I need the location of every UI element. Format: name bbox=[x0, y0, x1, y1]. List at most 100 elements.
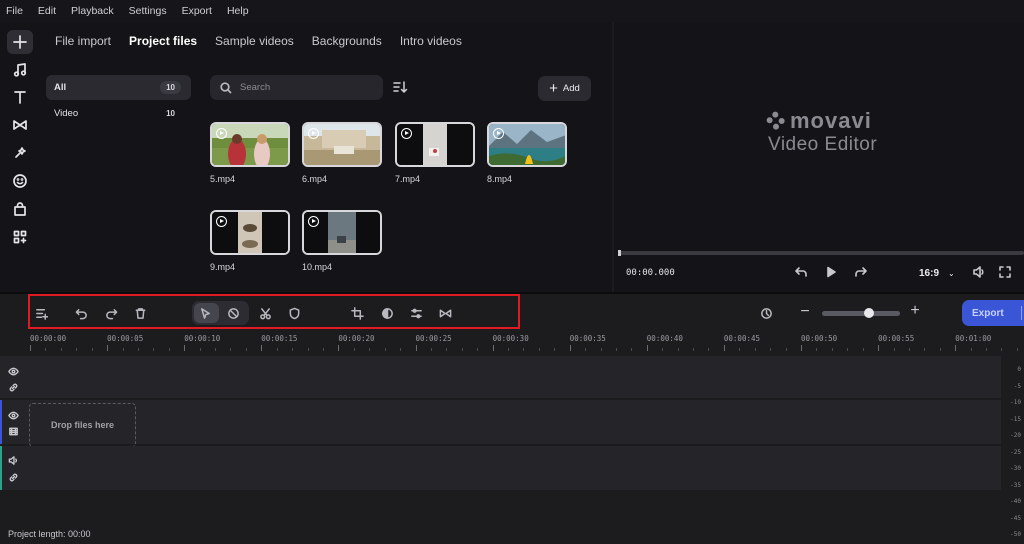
timeline-ruler[interactable]: 00:00:00 00:00:05 00:00:10 00:00:15 00:00:20… bbox=[0, 332, 1024, 354]
ruler-tick bbox=[723, 345, 725, 351]
previous-frame-icon[interactable] bbox=[794, 265, 810, 281]
ruler-tick bbox=[508, 348, 510, 351]
menu-settings[interactable]: Settings bbox=[129, 5, 167, 17]
preview-timecode: 00:00.000 bbox=[626, 268, 675, 278]
color-adjust-icon[interactable] bbox=[376, 303, 398, 323]
ruler-tick bbox=[137, 348, 139, 351]
ruler-tick bbox=[492, 345, 494, 351]
ruler-tick bbox=[384, 348, 386, 351]
ruler-label: 00:00:55 bbox=[878, 334, 915, 343]
store-icon[interactable] bbox=[7, 197, 33, 221]
drop-zone[interactable]: Drop files here bbox=[29, 403, 136, 447]
ruler-tick bbox=[677, 348, 679, 351]
zoom-slider-handle[interactable] bbox=[864, 308, 874, 318]
select-tool-icon[interactable] bbox=[194, 303, 216, 323]
delete-icon[interactable] bbox=[129, 303, 151, 323]
ruler-tick bbox=[862, 348, 864, 351]
cut-icon[interactable] bbox=[254, 303, 276, 323]
redo-icon[interactable] bbox=[100, 303, 122, 323]
ruler-tick bbox=[831, 348, 833, 351]
ruler-tick bbox=[816, 348, 818, 351]
category-all[interactable]: All 10 bbox=[46, 75, 191, 100]
disable-icon[interactable] bbox=[222, 303, 244, 323]
meter-label: -30 bbox=[1010, 465, 1021, 472]
chevron-down-icon: ⌄ bbox=[948, 269, 955, 278]
media-thumbnail[interactable] bbox=[395, 122, 475, 167]
sparkle-icon[interactable] bbox=[7, 141, 33, 165]
plus-icon[interactable] bbox=[7, 30, 33, 54]
media-thumbnail[interactable] bbox=[487, 122, 567, 167]
magnet-icon[interactable] bbox=[755, 303, 777, 323]
drop-zone-label: Drop files here bbox=[50, 420, 115, 430]
transition-icon[interactable] bbox=[434, 303, 456, 323]
next-frame-icon[interactable] bbox=[854, 265, 870, 281]
ruler-tick bbox=[369, 348, 371, 351]
zoom-slider[interactable] bbox=[822, 311, 900, 316]
link-icon[interactable] bbox=[8, 470, 20, 482]
film-icon[interactable] bbox=[8, 424, 20, 436]
play-button[interactable] bbox=[824, 265, 840, 281]
settings-sliders-icon[interactable] bbox=[405, 303, 427, 323]
menu-export[interactable]: Export bbox=[182, 5, 212, 17]
tab-intro-videos[interactable]: Intro videos bbox=[400, 34, 462, 48]
crop-icon[interactable] bbox=[346, 303, 368, 323]
transitions-icon[interactable] bbox=[7, 113, 33, 137]
text-icon[interactable] bbox=[7, 85, 33, 109]
sticker-icon[interactable] bbox=[7, 169, 33, 193]
ruler-tick bbox=[415, 345, 417, 351]
aspect-ratio-value: 16:9 bbox=[919, 268, 940, 279]
ruler-tick bbox=[461, 348, 463, 351]
sort-icon[interactable] bbox=[392, 79, 408, 95]
app-logo: movavi Video Editor bbox=[765, 108, 878, 156]
preview-seekbar[interactable] bbox=[618, 250, 1024, 256]
link-icon[interactable] bbox=[8, 380, 20, 392]
ruler-tick bbox=[754, 348, 756, 351]
meter-label: -35 bbox=[1010, 481, 1021, 489]
search-input[interactable]: Search bbox=[210, 75, 383, 100]
export-button[interactable]: Export bbox=[962, 300, 1024, 326]
apps-icon[interactable] bbox=[7, 225, 33, 249]
menu-playback[interactable]: Playback bbox=[71, 5, 114, 17]
eye-icon[interactable] bbox=[8, 364, 20, 376]
category-video[interactable]: Video 10 bbox=[46, 101, 191, 126]
tab-file-import[interactable]: File import bbox=[55, 34, 111, 48]
tab-sample-videos[interactable]: Sample videos bbox=[215, 34, 294, 48]
track-audio[interactable] bbox=[0, 446, 1001, 490]
ruler-tick bbox=[338, 345, 340, 351]
add-track-icon[interactable] bbox=[30, 303, 52, 323]
menubar: File Edit Playback Settings Export Help bbox=[0, 0, 1024, 22]
menu-edit[interactable]: Edit bbox=[38, 5, 56, 17]
ruler-tick bbox=[153, 348, 155, 351]
zoom-out-icon[interactable]: − bbox=[794, 302, 816, 322]
ruler-tick bbox=[585, 348, 587, 351]
meter-label: -15 bbox=[1010, 415, 1021, 423]
import-tabs: File import Project files Sample videos … bbox=[55, 34, 480, 48]
media-thumbnail[interactable] bbox=[210, 210, 290, 255]
preview-panel: movavi Video Editor 00:00.000 16:9 ⌄ bbox=[614, 22, 1024, 292]
tab-backgrounds[interactable]: Backgrounds bbox=[312, 34, 382, 48]
menu-file[interactable]: File bbox=[6, 5, 23, 17]
speaker-icon[interactable] bbox=[8, 453, 20, 465]
aspect-ratio-select[interactable]: 16:9 ⌄ bbox=[919, 268, 955, 279]
media-thumbnail[interactable] bbox=[302, 122, 382, 167]
track-video[interactable]: Drop files here bbox=[0, 400, 1001, 447]
undo-icon[interactable] bbox=[70, 303, 92, 323]
ruler-tick bbox=[908, 348, 910, 351]
fullscreen-icon[interactable] bbox=[998, 265, 1014, 281]
logo-subtitle: Video Editor bbox=[768, 134, 878, 155]
media-thumbnail[interactable] bbox=[302, 210, 382, 255]
track-titles[interactable] bbox=[0, 356, 1001, 398]
volume-icon[interactable] bbox=[972, 265, 988, 281]
menu-help[interactable]: Help bbox=[227, 5, 249, 17]
music-note-icon[interactable] bbox=[7, 58, 33, 82]
zoom-in-icon[interactable]: + bbox=[904, 301, 926, 321]
add-button[interactable]: + Add bbox=[538, 76, 591, 101]
import-panel: File import Project files Sample videos … bbox=[40, 22, 612, 292]
eye-icon[interactable] bbox=[8, 408, 20, 420]
tab-project-files[interactable]: Project files bbox=[129, 34, 197, 48]
media-thumbnail[interactable] bbox=[210, 122, 290, 167]
ruler-tick bbox=[45, 348, 47, 351]
ruler-label: 00:00:25 bbox=[415, 334, 452, 343]
ruler-label: 00:00:05 bbox=[107, 334, 144, 343]
shield-icon[interactable] bbox=[283, 303, 305, 323]
